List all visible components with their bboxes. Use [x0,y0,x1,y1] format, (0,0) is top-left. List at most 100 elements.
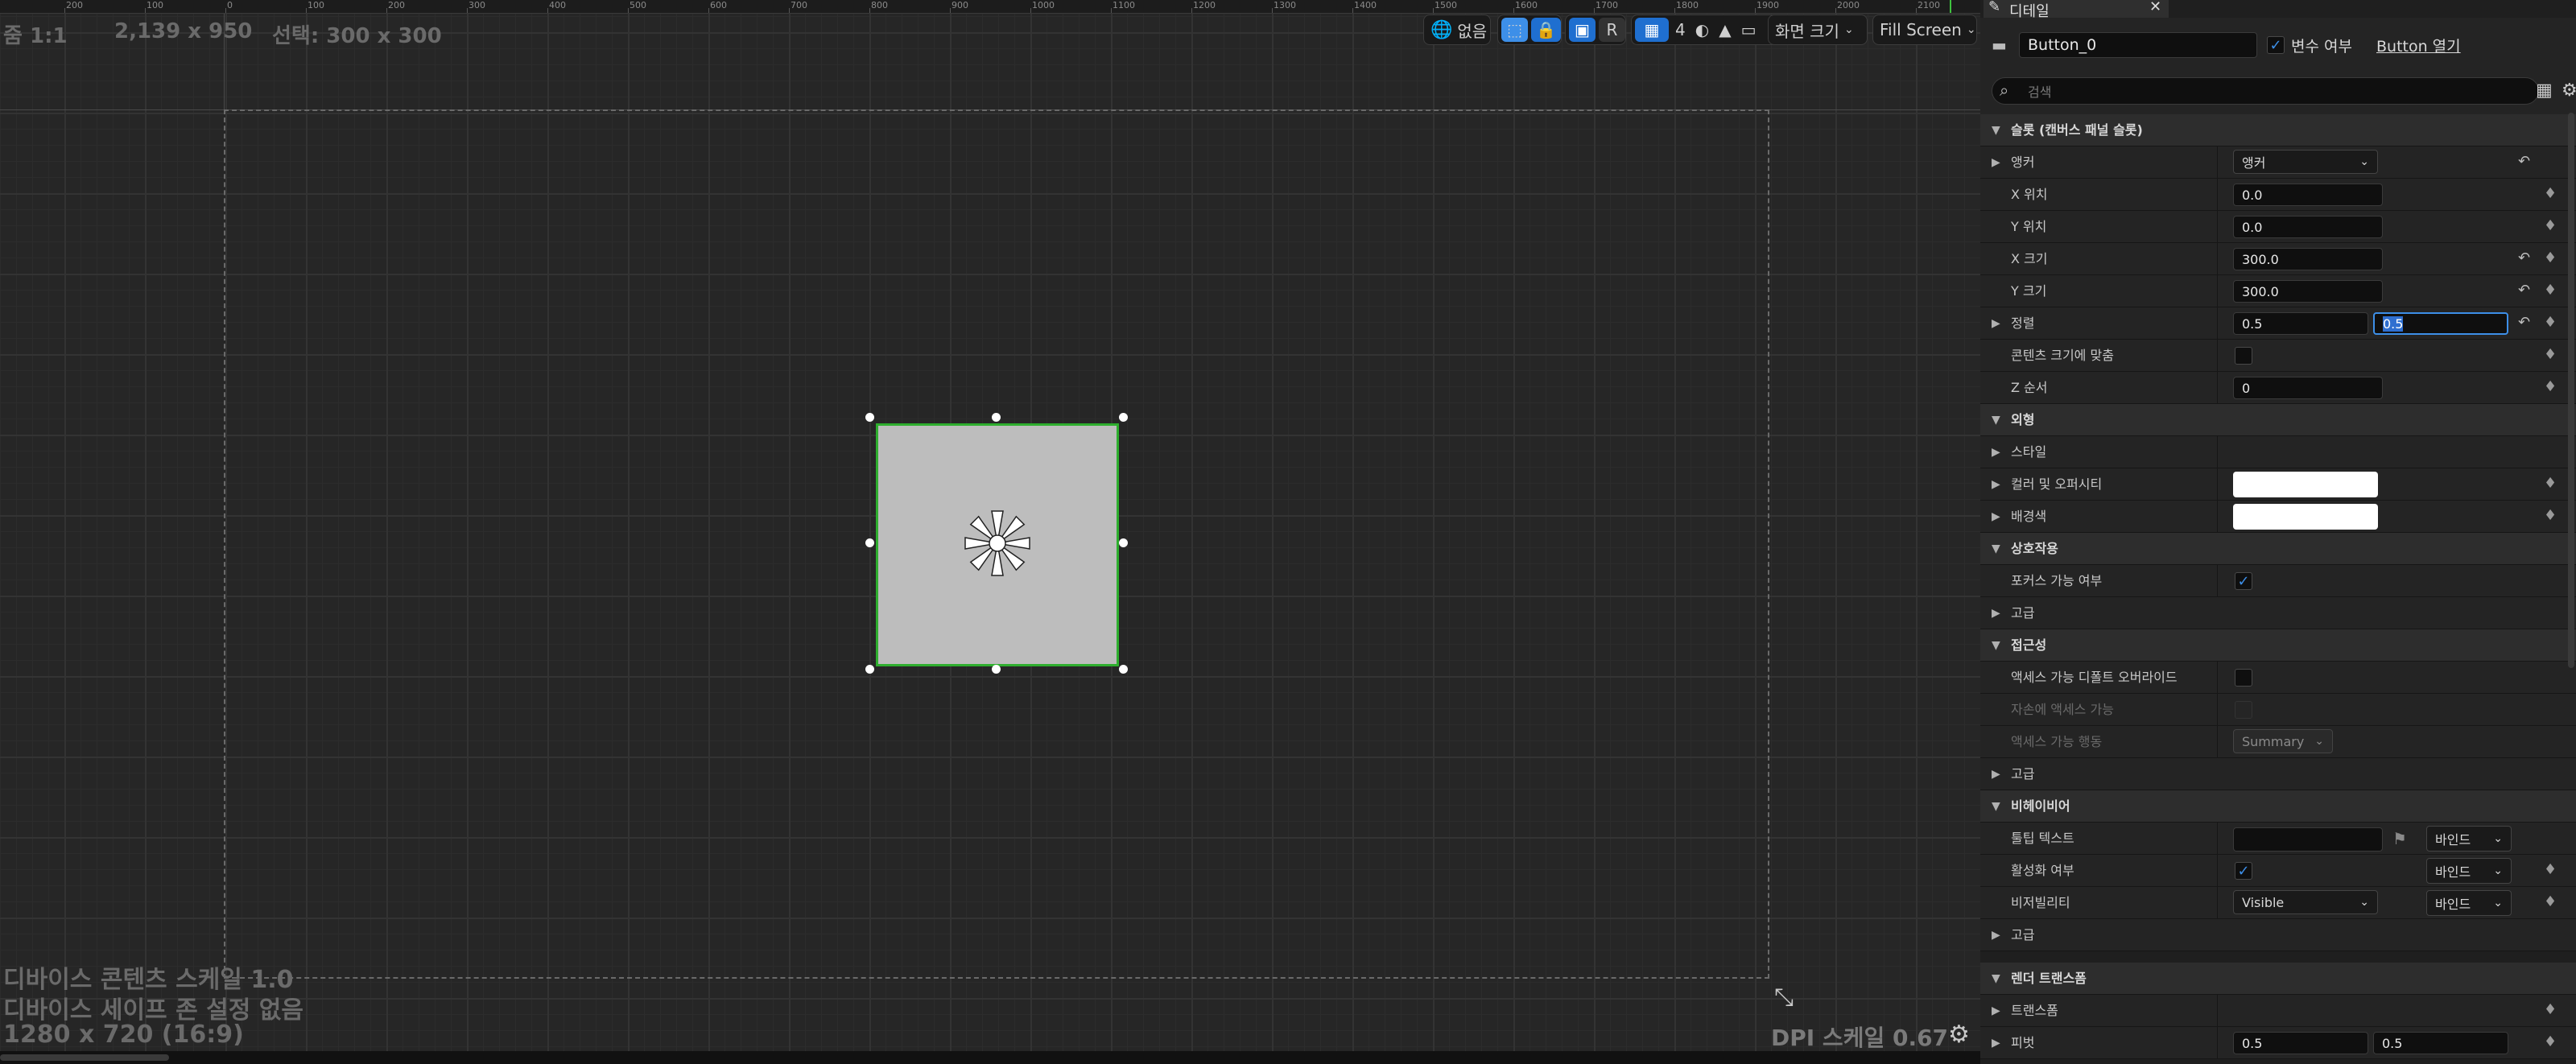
details-scrollbar[interactable] [2568,113,2574,668]
grid-snap-button[interactable]: ▦ [1635,18,1669,42]
anchor-dropdown[interactable]: 앵커 ⌄ [2233,150,2378,174]
resize-handle-right[interactable] [1119,538,1128,547]
z-order-field[interactable]: 0 [2233,377,2383,399]
keyframe-icon[interactable]: ♦ [2544,378,2557,395]
resize-handle-bottom[interactable] [992,665,1001,674]
section-accessibility[interactable]: ▼ 접근성 [1980,629,2576,662]
screen-size-dropdown[interactable]: 화면 크기 ⌄ [1768,14,1868,45]
chevron-right-icon[interactable]: ▶ [1992,307,2000,340]
row-interaction-advanced[interactable]: ▶ 고급 [1980,597,2576,629]
cursor-icon[interactable]: ◐ [1695,20,1709,39]
chevron-right-icon[interactable]: ▶ [1992,1027,2000,1059]
chevron-right-icon[interactable]: ▶ [1992,146,2000,179]
resize-handle-left[interactable] [865,538,874,547]
image-icon[interactable]: ▲ [1719,20,1731,39]
override-accessible-checkbox[interactable] [2235,669,2252,687]
tooltip-bind-dropdown[interactable]: 바인드 ⌄ [2426,826,2512,852]
reset-anchor-icon[interactable]: ↶ [2518,153,2530,170]
r-toggle-button[interactable]: R [1599,18,1625,42]
background-color-swatch[interactable] [2233,504,2378,530]
section-interaction[interactable]: ▼ 상호작용 [1980,533,2576,565]
dpi-settings-gear-icon[interactable]: ⚙ [1948,1021,1970,1049]
screen-toggle-button[interactable]: ⬚ [1501,18,1529,42]
horizontal-scrollbar[interactable] [0,1051,1980,1064]
fill-screen-dropdown[interactable]: Fill Screen ⌄ [1872,14,1977,45]
resize-handle-bottom-right[interactable] [1119,665,1128,674]
keyframe-icon[interactable]: ♦ [2544,475,2557,492]
section-behavior[interactable]: ▼ 비헤이비어 [1980,790,2576,823]
settings-gear-icon[interactable]: ⚙ [2562,80,2576,101]
reset-y-size-icon[interactable]: ↶ [2518,282,2530,299]
keyframe-icon[interactable]: ♦ [2544,314,2557,331]
anchor-flower-icon[interactable] [961,507,1034,579]
keyframe-icon[interactable]: ♦ [2544,250,2557,266]
enabled-bind-dropdown[interactable]: 바인드 ⌄ [2426,858,2512,884]
tooltip-text-field[interactable] [2233,827,2383,852]
chevron-right-icon: ▶ [1992,929,2000,942]
keyframe-icon[interactable]: ♦ [2544,185,2557,202]
x-position-field[interactable]: 0.0 [2233,184,2383,206]
grid-snap-value[interactable]: 4 [1675,20,1686,39]
lock-toggle-group[interactable]: ⬚ 🔒 [1497,14,1562,45]
is-enabled-checkbox[interactable]: ✓ [2235,862,2252,880]
chevron-right-icon[interactable]: ▶ [1992,995,2000,1027]
layout-toggle-button[interactable]: ▣ [1569,18,1596,42]
designer-viewport[interactable]: 줌 1:1 2,139 x 950 선택: 300 x 300 디바이스 콘텐츠… [0,0,1980,1064]
widget-name-field[interactable]: Button_0 [2019,32,2257,58]
keyframe-icon[interactable]: ♦ [2544,346,2557,363]
localization-toggle[interactable]: 🌐 없음 [1423,14,1491,45]
picture-icon[interactable]: ▭ [1741,20,1757,39]
visibility-dropdown[interactable]: Visible ⌄ [2233,890,2378,914]
keyframe-icon[interactable]: ♦ [2544,861,2557,878]
horizontal-scrollbar-thumb[interactable] [0,1054,169,1061]
y-position-field[interactable]: 0.0 [2233,216,2383,238]
row-behavior-advanced[interactable]: ▶ 고급 [1980,919,2576,951]
ruler-tick [386,8,387,13]
section-appearance[interactable]: ▼ 외형 [1980,404,2576,436]
dpi-scale-label: DPI 스케일 0.67 [1771,1025,1949,1051]
search-input[interactable]: 검색 [1992,77,2539,105]
flag-icon[interactable]: ⚑ [2392,829,2407,848]
chevron-right-icon[interactable]: ▶ [1992,436,2000,468]
visibility-bind-dropdown[interactable]: 바인드 ⌄ [2426,890,2512,916]
resize-handle-top[interactable] [992,413,1001,422]
resize-handle-top-left[interactable] [865,413,874,422]
keyframe-icon[interactable]: ♦ [2544,1033,2557,1050]
resize-handle-top-right[interactable] [1119,413,1128,422]
y-size-field[interactable]: 300.0 [2233,280,2383,303]
ruler-tick [225,8,226,13]
chevron-right-icon[interactable]: ▶ [1992,501,2000,533]
pivot-y-field[interactable]: 0.5 [2373,1032,2508,1054]
keyframe-icon[interactable]: ♦ [2544,1001,2557,1018]
color-opacity-swatch[interactable] [2233,472,2378,497]
is-variable-checkbox[interactable]: ✓ [2267,36,2285,54]
ruler-tick-label: 0 [227,0,233,10]
chevron-right-icon[interactable]: ▶ [1992,468,2000,501]
is-focusable-checkbox[interactable]: ✓ [2235,572,2252,590]
size-to-content-checkbox[interactable] [2235,347,2252,365]
table-view-icon[interactable]: ▦ [2536,80,2553,101]
size-to-content-label: 콘텐츠 크기에 맞춤 [2011,348,2114,363]
respect-locks-group[interactable]: ▣ R [1565,14,1626,45]
keyframe-icon[interactable]: ♦ [2544,893,2557,910]
reset-alignment-icon[interactable]: ↶ [2518,314,2530,331]
advanced-label: 고급 [2011,766,2035,782]
x-size-field[interactable]: 300.0 [2233,248,2383,270]
grid-snap-group[interactable]: ▦ 4 ◐ ▲ ▭ [1631,14,1784,45]
close-icon[interactable]: ✕ [2149,0,2161,15]
pivot-x-field[interactable]: 0.5 [2233,1032,2368,1054]
keyframe-icon[interactable]: ♦ [2544,507,2557,524]
open-button-link[interactable]: Button 열기 [2376,35,2461,56]
reset-x-size-icon[interactable]: ↶ [2518,250,2530,266]
keyframe-icon[interactable]: ♦ [2544,217,2557,234]
alignment-y-field[interactable]: 0.5 [2373,312,2508,335]
keyframe-icon[interactable]: ♦ [2544,282,2557,299]
details-tab[interactable]: ✎ 디테일 ✕ [1984,0,2169,20]
row-accessibility-advanced[interactable]: ▶ 고급 [1980,758,2576,790]
resize-handle-bottom-left[interactable] [865,665,874,674]
section-render-transform[interactable]: ▼ 렌더 트랜스폼 [1980,963,2576,995]
alignment-x-field[interactable]: 0.5 [2233,312,2368,335]
lock-button[interactable]: 🔒 [1531,18,1561,42]
resize-arrows-icon[interactable]: ⤡ [1774,984,1794,1012]
section-slot[interactable]: ▼ 슬롯 (캔버스 패널 슬롯) [1980,114,2576,146]
